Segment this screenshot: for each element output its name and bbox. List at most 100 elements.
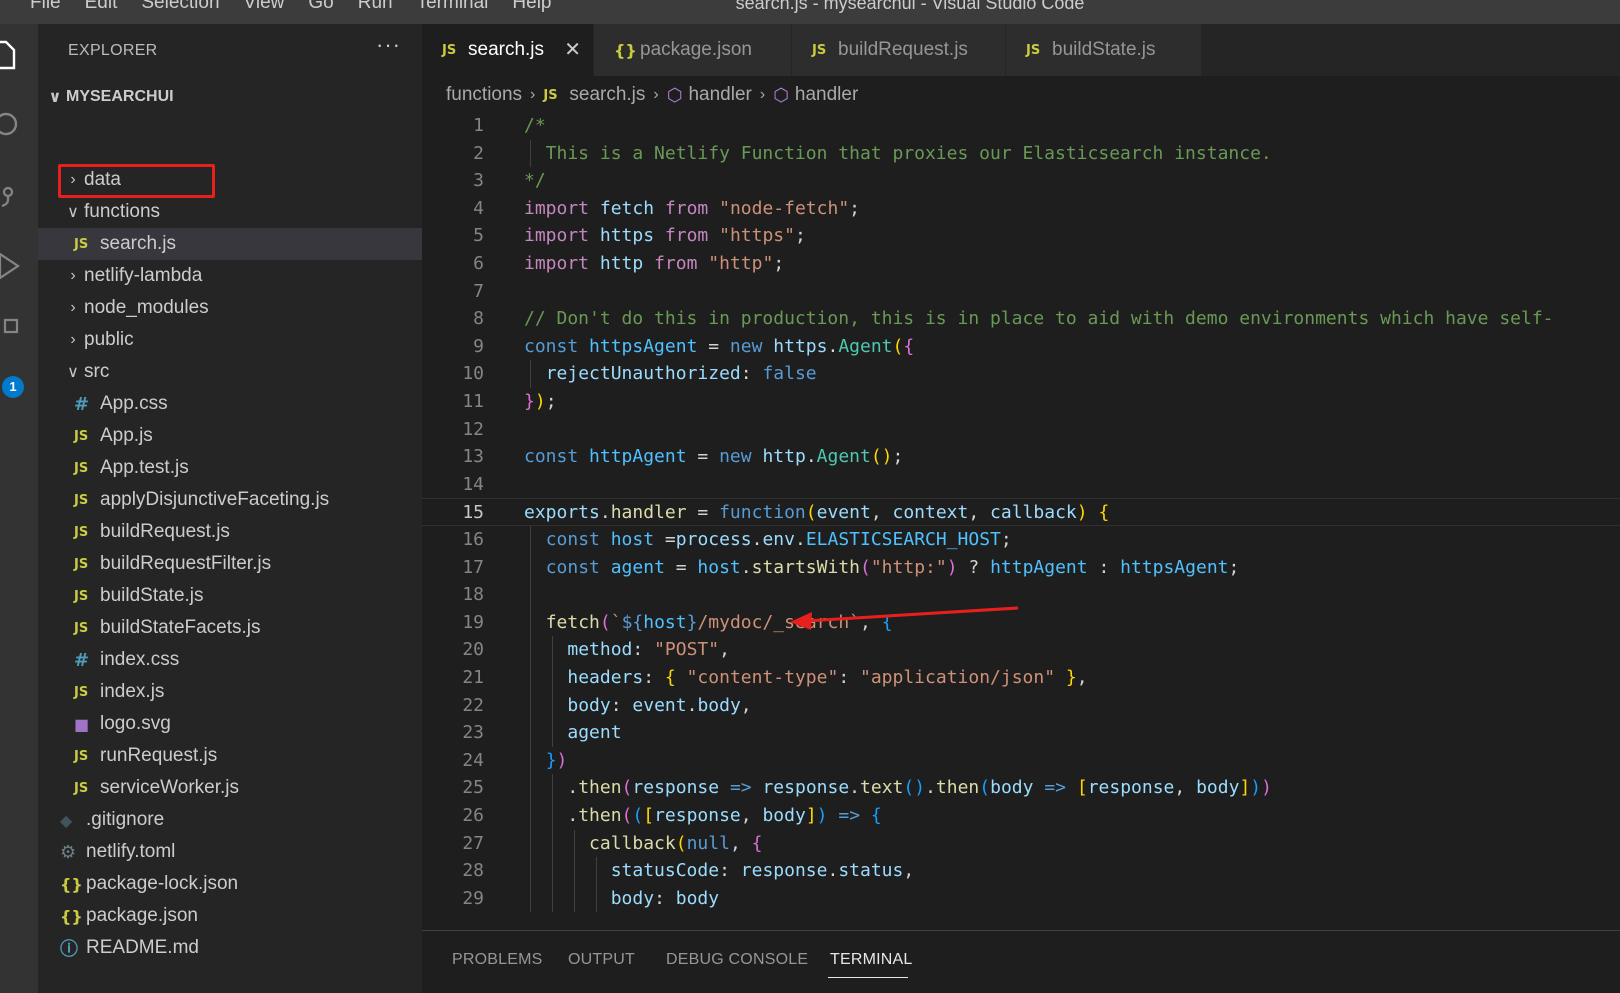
- code-line: 6 import http from "http";: [422, 250, 1620, 278]
- tree-file[interactable]: JS App.test.js: [38, 452, 422, 484]
- search-icon[interactable]: [0, 108, 20, 142]
- tree-file[interactable]: JS buildState.js: [38, 580, 422, 612]
- tree-file[interactable]: ◆ .gitignore: [38, 804, 422, 836]
- explorer-files-icon[interactable]: [0, 38, 20, 72]
- code-token: ,: [740, 805, 763, 826]
- tree-item-label: index.js: [100, 681, 165, 702]
- tree-file[interactable]: JS runRequest.js: [38, 740, 422, 772]
- breadcrumb-folder[interactable]: functions: [446, 84, 522, 106]
- tab-package-json[interactable]: {} package.json: [594, 24, 792, 76]
- menu-terminal[interactable]: Terminal: [405, 0, 501, 16]
- tree-file[interactable]: JS buildRequest.js: [38, 516, 422, 548]
- menu-help[interactable]: Help: [500, 0, 563, 16]
- code-token: ;: [545, 391, 557, 412]
- code-token: .: [925, 777, 936, 799]
- js-file-icon: JS: [74, 428, 89, 444]
- code-line: 23 agent: [422, 719, 1620, 747]
- breadcrumb-symbol[interactable]: handler: [688, 84, 751, 106]
- code-token: "http:": [870, 556, 947, 578]
- tab-build-request-js[interactable]: JS buildRequest.js: [792, 24, 1006, 76]
- tree-file[interactable]: # App.css: [38, 388, 422, 420]
- code-token: .: [849, 777, 861, 799]
- extensions-icon[interactable]: [0, 314, 20, 348]
- tab-search-js[interactable]: JS search.js ✕: [422, 24, 594, 76]
- breadcrumb-symbol[interactable]: handler: [795, 84, 858, 106]
- menu-edit[interactable]: Edit: [73, 0, 130, 16]
- code-token: // Don't do this in production, this is …: [524, 308, 1554, 330]
- menu-selection[interactable]: Selection: [129, 0, 231, 16]
- tree-file[interactable]: {} package-lock.json: [38, 868, 422, 900]
- line-number: 10: [462, 363, 484, 385]
- tree-file[interactable]: ■ logo.svg: [38, 708, 422, 740]
- tree-file[interactable]: JS index.js: [38, 676, 422, 708]
- tree-file[interactable]: JS buildRequestFilter.js: [38, 548, 422, 580]
- tree-file[interactable]: ⚙ netlify.toml: [38, 836, 422, 868]
- tree-folder[interactable]: › node_modules: [38, 292, 422, 324]
- code-editor[interactable]: 1 /* 2 This is a Netlify Function that pro…: [422, 112, 1620, 930]
- tree-folder[interactable]: › netlify-lambda: [38, 260, 422, 292]
- code-token: response: [740, 860, 828, 882]
- panel-tab-problems[interactable]: PROBLEMS: [452, 951, 543, 969]
- js-file-icon: JS: [74, 588, 89, 604]
- code-line: 16 const host =process.env.ELASTICSEARCH…: [422, 526, 1620, 554]
- run-debug-icon[interactable]: [0, 248, 20, 282]
- tree-item-label: App.js: [100, 425, 153, 446]
- tree-folder[interactable]: ∨ functions: [38, 196, 422, 228]
- code-token: ,: [968, 502, 991, 524]
- tree-file[interactable]: ⓘ README.md: [38, 932, 422, 964]
- menu-go[interactable]: Go: [296, 0, 345, 16]
- root-folder-label: MYSEARCHUI: [66, 88, 174, 105]
- source-control-icon[interactable]: [0, 178, 20, 212]
- explorer-header: EXPLORER: [68, 42, 158, 59]
- tree-folder[interactable]: › public: [38, 324, 422, 356]
- tab-build-state-js[interactable]: JS buildState.js: [1006, 24, 1202, 76]
- menu-file[interactable]: File: [0, 0, 73, 16]
- code-token: host: [610, 529, 655, 550]
- code-token: :: [654, 887, 676, 909]
- code-token: (): [870, 446, 893, 468]
- tree-item-label: buildRequestFilter.js: [100, 553, 272, 574]
- tree-file[interactable]: JS applyDisjunctiveFaceting.js: [38, 484, 422, 516]
- more-actions-icon[interactable]: ···: [376, 32, 401, 58]
- panel-tab-output[interactable]: OUTPUT: [568, 951, 635, 969]
- menu-run[interactable]: Run: [346, 0, 405, 16]
- tree-file[interactable]: {} package.json: [38, 900, 422, 932]
- menu-view[interactable]: View: [232, 0, 297, 16]
- code-token: :: [643, 667, 665, 688]
- tree-file[interactable]: # index.css: [38, 644, 422, 676]
- line-number: 4: [473, 197, 484, 219]
- panel-tab-debug-console[interactable]: DEBUG CONSOLE: [666, 951, 808, 969]
- code-token: ,: [729, 832, 752, 854]
- breadcrumb-file[interactable]: search.js: [569, 84, 645, 106]
- tree-folder[interactable]: ∨ src: [38, 356, 422, 388]
- code-token: (: [979, 777, 991, 799]
- code-token: :: [1087, 556, 1121, 578]
- code-token: ,: [719, 639, 730, 661]
- panel-tab-terminal[interactable]: TERMINAL: [830, 951, 913, 969]
- tree-file[interactable]: JS serviceWorker.js: [38, 772, 422, 804]
- indent-guide: [596, 857, 597, 913]
- symbol-cube-icon: ⬡: [773, 84, 789, 105]
- code-token: https: [773, 335, 828, 357]
- close-icon[interactable]: ✕: [564, 37, 581, 62]
- tree-file[interactable]: JS search.js: [38, 228, 422, 260]
- code-token: event: [632, 694, 687, 716]
- code-token: ,: [860, 611, 882, 633]
- root-folder[interactable]: ∨ MYSEARCHUI: [44, 82, 174, 112]
- code-token: httpAgent: [589, 446, 687, 468]
- indent-guide: [552, 774, 553, 913]
- code-text: const agent = host.startsWith("http:") ?…: [524, 554, 1240, 582]
- tree-item-label: index.css: [100, 649, 180, 670]
- chevron-right-icon: ›: [759, 86, 766, 103]
- code-line: 7: [422, 278, 1620, 306]
- code-line: 1 /*: [422, 112, 1620, 140]
- tree-file[interactable]: JS buildStateFacets.js: [38, 612, 422, 644]
- line-number: 6: [473, 253, 484, 274]
- code-token: callback: [990, 502, 1077, 524]
- code-line: 11});: [422, 388, 1620, 416]
- tree-file[interactable]: JS App.js: [38, 420, 422, 452]
